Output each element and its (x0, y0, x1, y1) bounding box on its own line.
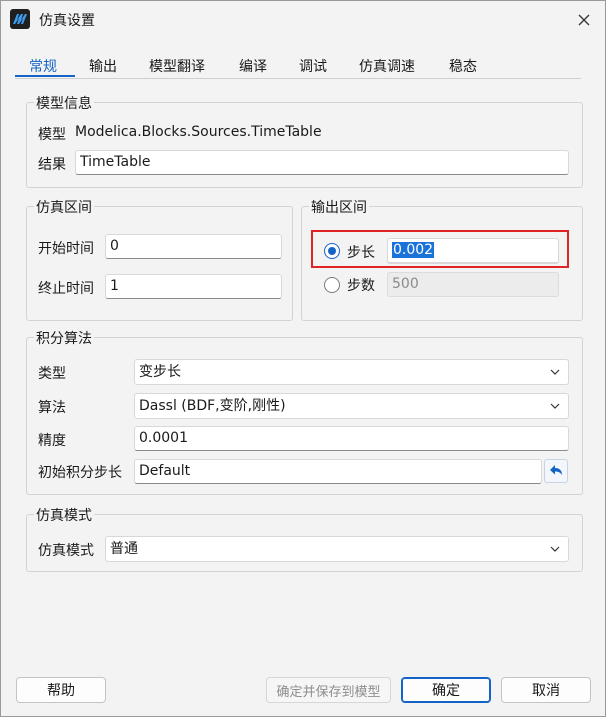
model-info-group (26, 102, 583, 188)
sim-mode-select[interactable]: 普通 (105, 536, 569, 562)
help-button[interactable]: 帮助 (16, 677, 106, 703)
active-tab-indicator (15, 75, 75, 77)
reset-initial-step-button[interactable] (544, 459, 568, 483)
step-count-radio[interactable] (324, 277, 340, 293)
result-input[interactable]: TimeTable (75, 150, 569, 175)
simulation-settings-dialog: 仿真设置 常规 输出 模型翻译 编译 调试 仿真调速 稳态 模型信息 模型 Mo… (0, 0, 606, 717)
precision-input[interactable]: 0.0001 (134, 426, 569, 451)
result-label: 结果 (38, 157, 66, 173)
undo-icon (550, 465, 562, 475)
sim-interval-group (26, 206, 293, 321)
precision-label: 精度 (38, 433, 66, 449)
sim-mode-select-value: 普通 (110, 541, 138, 557)
model-value: Modelica.Blocks.Sources.TimeTable (75, 124, 322, 140)
output-interval-title: 输出区间 (309, 197, 369, 217)
step-size-input[interactable]: 0.002 (387, 238, 559, 264)
initial-step-input[interactable]: Default (134, 459, 542, 484)
chevron-down-icon (550, 369, 560, 375)
confirm-and-save-button[interactable]: 确定并保存到模型 (266, 677, 391, 703)
step-size-value: 0.002 (392, 242, 435, 258)
chevron-down-icon (550, 546, 560, 552)
title-bar: 仿真设置 (1, 1, 605, 39)
start-time-label: 开始时间 (38, 241, 94, 257)
initial-step-label: 初始积分步长 (38, 465, 122, 481)
cancel-button[interactable]: 取消 (501, 677, 591, 703)
window-title: 仿真设置 (39, 13, 95, 29)
step-count-label: 步数 (347, 278, 375, 294)
stop-time-label: 终止时间 (38, 281, 94, 297)
algorithm-select[interactable]: Dassl (BDF,变阶,刚性) (134, 393, 569, 419)
tab-divider (15, 78, 581, 79)
type-select[interactable]: 变步长 (134, 359, 569, 385)
sim-mode-title: 仿真模式 (34, 505, 94, 525)
integration-title: 积分算法 (34, 328, 94, 348)
type-select-value: 变步长 (139, 364, 181, 380)
algorithm-label: 算法 (38, 400, 66, 416)
type-label: 类型 (38, 366, 66, 382)
start-time-input[interactable]: 0 (105, 234, 282, 259)
close-button[interactable] (567, 5, 601, 35)
model-label: 模型 (38, 127, 66, 143)
step-size-radio[interactable] (324, 243, 340, 259)
sim-mode-label: 仿真模式 (38, 543, 94, 559)
close-icon (578, 14, 590, 26)
app-logo-icon (10, 9, 30, 29)
step-count-input: 500 (387, 272, 559, 297)
model-info-title: 模型信息 (34, 93, 94, 113)
step-size-label: 步长 (347, 245, 375, 261)
algorithm-select-value: Dassl (BDF,变阶,刚性) (139, 398, 286, 414)
stop-time-input[interactable]: 1 (105, 274, 282, 299)
ok-button[interactable]: 确定 (401, 677, 491, 703)
chevron-down-icon (550, 403, 560, 409)
sim-interval-title: 仿真区间 (34, 197, 94, 217)
